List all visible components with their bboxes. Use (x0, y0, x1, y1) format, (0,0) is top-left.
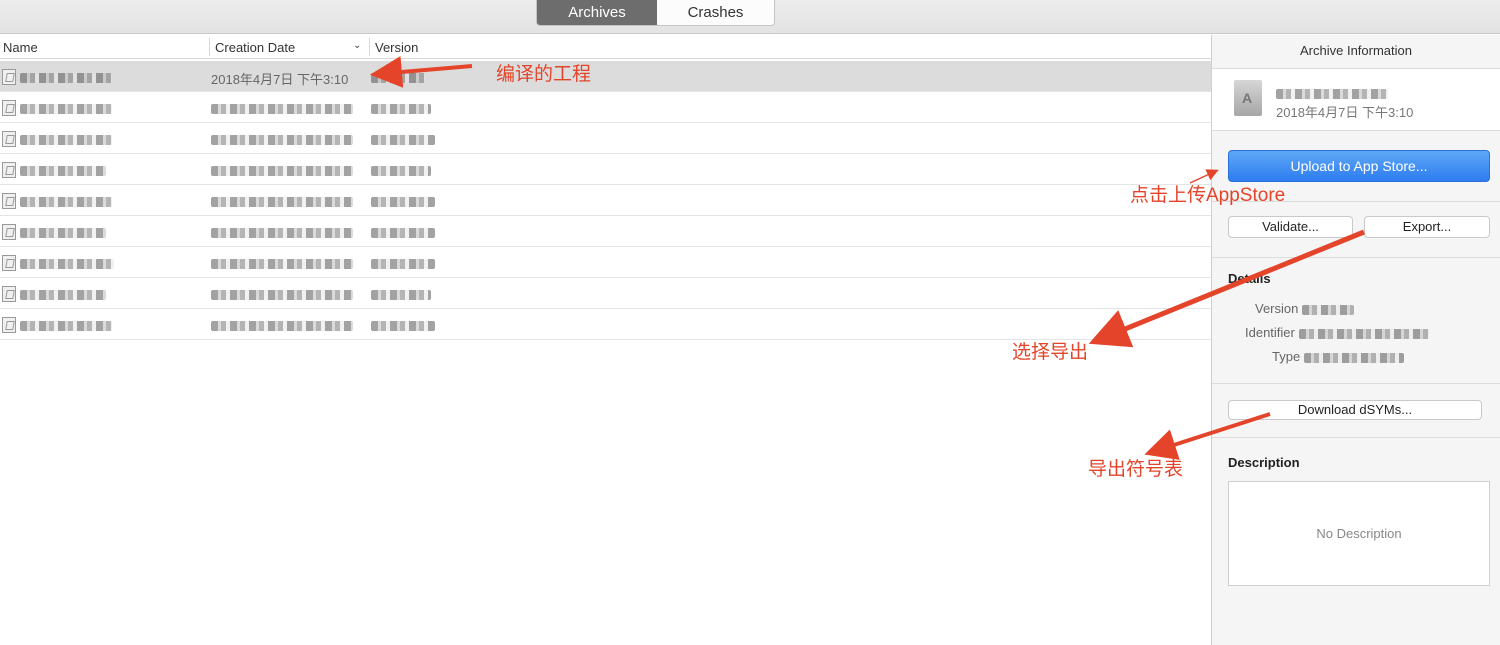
archive-creation-date (211, 224, 353, 239)
xcode-organizer-window: Archives Crashes Name Creation Date ⌄ Ve… (0, 0, 1500, 645)
archive-version (371, 131, 435, 146)
column-header-creation-date[interactable]: Creation Date (215, 40, 295, 55)
archive-name (20, 193, 112, 208)
archive-icon (2, 224, 16, 240)
archive-name (20, 255, 114, 270)
table-row[interactable] (0, 123, 1211, 154)
archive-creation-date (211, 162, 353, 177)
table-row[interactable] (0, 154, 1211, 185)
description-heading: Description (1228, 455, 1300, 470)
validate-button[interactable]: Validate... (1228, 216, 1353, 238)
panel-title: Archive Information (1212, 35, 1500, 69)
archive-name (20, 69, 112, 84)
archive-creation-date (211, 317, 353, 332)
archive-name (20, 286, 106, 301)
table-row[interactable] (0, 185, 1211, 216)
upload-to-app-store-button[interactable]: Upload to App Store... (1228, 150, 1490, 182)
archive-document-icon (1234, 80, 1262, 116)
details-version-label: Version (1255, 301, 1299, 316)
archive-name (20, 317, 112, 332)
archive-name (20, 131, 112, 146)
archive-rows: 2018年4月7日 下午3:10 (0, 61, 1211, 340)
archive-creation-date (211, 255, 353, 270)
archive-creation-date: 2018年4月7日 下午3:10 (211, 72, 349, 87)
table-row[interactable] (0, 309, 1211, 340)
archive-icon (2, 286, 16, 302)
list-header: Name Creation Date ⌄ Version (0, 35, 1211, 59)
tab-archives[interactable]: Archives (537, 0, 657, 25)
archive-icon (2, 69, 16, 85)
chevron-down-icon[interactable]: ⌄ (353, 40, 361, 51)
table-row[interactable] (0, 278, 1211, 309)
archive-icon (2, 131, 16, 147)
tab-crashes[interactable]: Crashes (657, 0, 774, 25)
archive-name (20, 100, 112, 115)
download-dsyms-button[interactable]: Download dSYMs... (1228, 400, 1482, 420)
toolbar: Archives Crashes (0, 0, 1500, 34)
archive-creation-date (211, 286, 353, 301)
archive-version (371, 255, 435, 270)
details-type-label: Type (1272, 349, 1301, 364)
archive-version (371, 317, 435, 332)
export-button[interactable]: Export... (1364, 216, 1490, 238)
archive-icon (2, 162, 16, 178)
archive-creation-date (211, 193, 353, 208)
table-row[interactable]: 2018年4月7日 下午3:10 (0, 61, 1211, 92)
details-type-row: Type (1272, 349, 1404, 364)
archive-name (1276, 85, 1388, 103)
divider (1212, 437, 1500, 438)
details-heading: Details (1228, 271, 1271, 286)
archive-creation-date (211, 131, 353, 146)
table-row[interactable] (0, 247, 1211, 278)
archive-name (20, 162, 106, 177)
archive-information-panel: Archive Information 2018年4月7日 下午3:10 Upl… (1211, 35, 1500, 645)
archive-icon (2, 100, 16, 116)
column-header-name[interactable]: Name (3, 40, 38, 55)
annotation-export-symbols: 导出符号表 (1088, 459, 1184, 480)
annotation-click-upload: 点击上传AppStore (1130, 185, 1286, 206)
annotation-compiled-project: 编译的工程 (496, 64, 592, 85)
archive-icon (2, 193, 16, 209)
column-header-version[interactable]: Version (375, 40, 418, 55)
archive-name (20, 224, 106, 239)
divider (1212, 257, 1500, 258)
archive-version (371, 100, 431, 115)
archive-version (371, 286, 431, 301)
archive-icon (2, 317, 16, 333)
table-row[interactable] (0, 216, 1211, 247)
archive-creation-date (211, 100, 353, 115)
archives-crashes-segmented-control: Archives Crashes (536, 0, 775, 26)
archive-version (371, 193, 435, 208)
details-version-row: Version (1255, 301, 1354, 316)
description-field[interactable]: No Description (1228, 481, 1490, 586)
table-row[interactable] (0, 92, 1211, 123)
details-identifier-row: Identifier (1245, 325, 1429, 340)
divider (1212, 383, 1500, 384)
archive-version (371, 162, 431, 177)
archive-icon (2, 255, 16, 271)
archive-summary: 2018年4月7日 下午3:10 (1212, 69, 1500, 131)
column-divider (209, 38, 210, 56)
archive-version (371, 224, 435, 239)
details-identifier-label: Identifier (1245, 325, 1295, 340)
archive-version (371, 69, 425, 84)
archive-date: 2018年4月7日 下午3:10 (1276, 105, 1414, 120)
annotation-choose-export: 选择导出 (1012, 342, 1089, 363)
column-divider (369, 38, 370, 56)
